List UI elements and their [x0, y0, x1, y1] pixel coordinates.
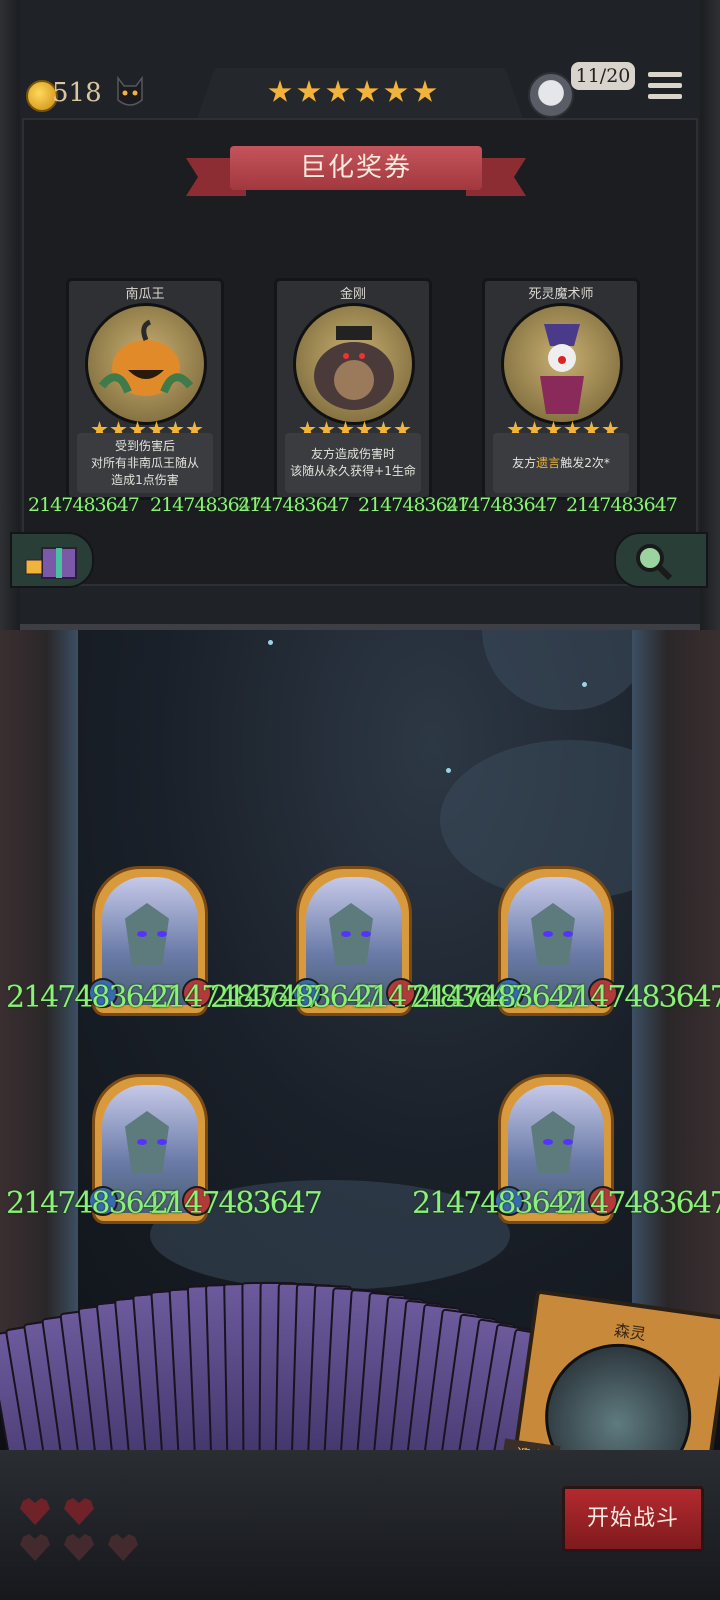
shop-card-necro-magician[interactable]: 死灵魔术师 友方遗言触发2次* — [482, 278, 640, 500]
card-attack: 2147483647 — [238, 494, 350, 516]
shop-card-king-kong[interactable]: 金刚 友方造成伤害时 该随从永久获得+1生命 — [274, 278, 432, 500]
minion-health: 2147483647 — [556, 980, 720, 1015]
card-attack: 2147483647 — [446, 494, 558, 516]
sparkle — [446, 768, 451, 773]
star-icon — [297, 80, 321, 102]
menu-icon[interactable] — [648, 72, 682, 106]
heart-icon — [64, 1498, 94, 1525]
card-description: 受到伤害后 对所有非南瓜王随从 造成1点伤害 — [77, 433, 213, 493]
card-description: 友方造成伤害时 该随从永久获得+1生命 — [285, 433, 421, 493]
card-health: 2147483647 — [566, 494, 678, 516]
heart-icon — [20, 1534, 50, 1561]
star-icon — [413, 80, 437, 102]
shop-title-ribbon: 巨化奖券 — [186, 146, 526, 196]
start-battle-button[interactable]: 开始战斗 — [562, 1486, 704, 1552]
player-avatar[interactable] — [528, 72, 574, 118]
star-icon — [268, 80, 292, 102]
search-icon — [636, 544, 673, 581]
black-cat-icon[interactable] — [114, 74, 146, 110]
sparkle — [582, 682, 587, 687]
lives — [18, 1498, 148, 1578]
card-name: 死灵魔术师 — [528, 287, 594, 302]
card-name: 南瓜王 — [125, 287, 165, 302]
star-icon — [384, 80, 408, 102]
heart-icon — [108, 1534, 138, 1561]
minion-health: 2147483647 — [150, 1186, 323, 1221]
card-attack: 2147483647 — [28, 494, 140, 516]
necro-magician-portrait — [501, 303, 623, 425]
shop-title: 巨化奖券 — [230, 146, 482, 190]
king-kong-portrait — [293, 303, 415, 425]
card-description: 友方遗言触发2次* — [493, 433, 629, 493]
star-icon — [355, 80, 379, 102]
search-button[interactable] — [614, 532, 708, 588]
pumpkin-king-portrait — [85, 303, 207, 425]
gift-button[interactable] — [10, 532, 94, 588]
card-name: 金刚 — [339, 287, 366, 302]
heart-icon — [64, 1534, 94, 1561]
heart-icon — [20, 1498, 50, 1525]
gold-amount: 518 — [52, 78, 102, 108]
tier-stars — [268, 80, 437, 104]
shop-card-pumpkin-king[interactable]: 南瓜王 受到伤害后 对所有非南瓜王随从 造成1点伤害 — [66, 278, 224, 500]
sparkle — [268, 640, 273, 645]
minion-health: 2147483647 — [556, 1186, 720, 1221]
turn-counter: 11/20 — [571, 62, 635, 90]
star-icon — [326, 80, 350, 102]
